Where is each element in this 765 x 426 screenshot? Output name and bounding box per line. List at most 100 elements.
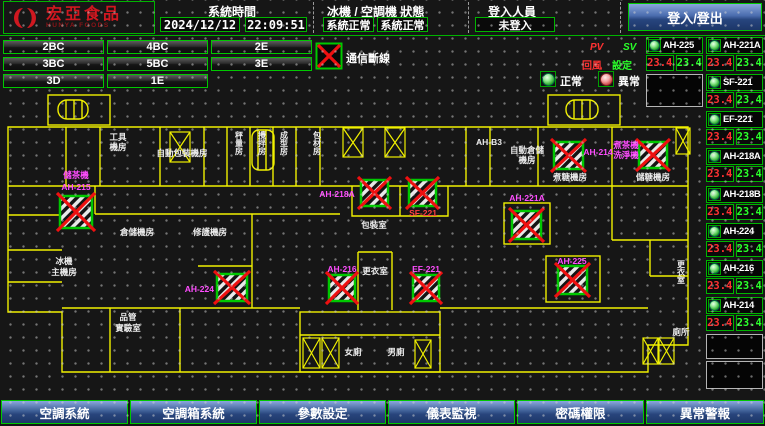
ahu-icon-tea-machine[interactable] xyxy=(636,139,670,171)
ahu-icon-ah-216[interactable] xyxy=(326,272,358,304)
unit-values: 23.4 23.4 xyxy=(706,204,763,220)
sv-value: 23.4 xyxy=(736,204,764,220)
ahu-icon-ah-221a[interactable] xyxy=(509,208,544,242)
ahu-icon-ah-218a[interactable] xyxy=(358,177,391,209)
unit-name: AH-225 xyxy=(663,40,694,51)
login-logout-button[interactable]: 登入/登出 xyxy=(628,3,762,31)
unit-ah-216[interactable]: AH-216 xyxy=(706,260,763,277)
room-label-autopack: 自動包裝機房 xyxy=(156,148,207,158)
header-separator xyxy=(313,2,314,33)
floor-button-2bc[interactable]: 2BC xyxy=(3,40,104,54)
pv-name-header: 回風 xyxy=(582,57,602,72)
ahu-icon-ah-224[interactable] xyxy=(214,271,250,304)
room-label-tool: 機房 xyxy=(109,142,126,152)
pv-value: 23.4 xyxy=(706,92,734,108)
logo-mark-icon xyxy=(10,4,40,32)
floor-button-3bc[interactable]: 3BC xyxy=(3,57,104,71)
floor-button-1e[interactable]: 1E xyxy=(107,74,208,88)
pv-value: 23.4 xyxy=(706,129,734,145)
normal-label: 正常 xyxy=(560,73,582,89)
room-label-toilet-men: 男廁 xyxy=(387,347,405,357)
unit-label-ah-224: AH-224 xyxy=(185,284,215,294)
room-label-v4: 包材房 xyxy=(313,130,322,156)
pv-value: 23.4 xyxy=(646,55,674,71)
pv-value: 23.4 xyxy=(706,55,734,71)
sv-value: 23.4 xyxy=(736,166,764,182)
unit-values: 23.4 23.4 xyxy=(706,278,763,294)
unit-label-a1: 儲茶機 xyxy=(62,170,89,180)
floor-button-3d[interactable]: 3D xyxy=(3,74,104,88)
unit-values: 23.4 23.4 xyxy=(706,315,763,331)
room-label-dressing: 更衣室 xyxy=(362,266,388,276)
ahu-icon-ah-214[interactable] xyxy=(551,139,586,172)
nav-ac-system-button[interactable]: 空調系統 xyxy=(1,400,128,424)
unit-ah-225[interactable]: AH-225 xyxy=(646,37,703,54)
ahu-icon-ah-225[interactable] xyxy=(555,263,590,297)
nav-password-authority-button[interactable]: 密碼權限 xyxy=(517,400,644,424)
unit-values: 23.4 23.4 xyxy=(706,241,763,257)
unit-values: 23.4 23.4 xyxy=(706,92,763,108)
unit-ah-218a[interactable]: AH-218A xyxy=(706,148,763,165)
unit-ef-221[interactable]: EF-221 xyxy=(706,111,763,128)
sv-value: 23.4 xyxy=(736,55,764,71)
room-label-tool: 工具 xyxy=(109,132,127,142)
room-label-repair: 修護機房 xyxy=(192,227,227,237)
unit-label-ef-221: EF-221 xyxy=(412,264,440,274)
unit-sf-221[interactable]: SF-221 xyxy=(706,74,763,91)
room-label-qa: 品管 xyxy=(119,312,137,322)
status-lamp-icon xyxy=(708,76,721,89)
abnormal-lamp-icon xyxy=(598,71,614,87)
nav-alarm-button[interactable]: 異常警報 xyxy=(646,400,764,424)
status-lamp-icon xyxy=(708,225,721,238)
unit-name: AH-221A xyxy=(723,40,761,51)
ahu-status-value: 系統正常 xyxy=(377,17,428,32)
sv-value: 23.4 xyxy=(676,55,704,71)
room-label-store-sugar: 儲糖機房 xyxy=(635,172,670,182)
ahu-icon-ah-215[interactable] xyxy=(57,193,95,231)
unit-ah-224[interactable]: AH-224 xyxy=(706,223,763,240)
status-lamp-icon xyxy=(648,39,661,52)
ahu-icon-ef-221[interactable] xyxy=(410,272,442,304)
floor-button-5bc[interactable]: 5BC xyxy=(107,57,208,71)
floor-button-4bc[interactable]: 4BC xyxy=(107,40,208,54)
unit-values: 23.4 23.4 xyxy=(706,129,763,145)
sv-name-header: 設定 xyxy=(612,57,632,72)
room-label-toilet-women: 女廁 xyxy=(344,347,362,357)
status-lamp-icon xyxy=(708,299,721,312)
nav-meter-monitor-button[interactable]: 儀表監視 xyxy=(388,400,515,424)
room-label-chiller: 冰機 xyxy=(55,256,73,266)
pv-value: 23.4 xyxy=(706,315,734,331)
comm-fail-label: 通信斷線 xyxy=(346,50,390,66)
unit-label-ah-218a: AH-218A xyxy=(319,189,354,199)
empty-slot xyxy=(706,334,763,359)
status-lamp-icon xyxy=(708,150,721,163)
unit-ah-214[interactable]: AH-214 xyxy=(706,297,763,314)
comm-fail-icon xyxy=(315,42,343,70)
unit-label-sf-221: SF-221 xyxy=(409,208,437,218)
room-label-v1: 秤量房 xyxy=(235,130,244,156)
unit-values: 23.4 23.4 xyxy=(706,55,763,71)
status-lamp-icon xyxy=(708,113,721,126)
system-date-value: 2024/12/12 xyxy=(160,17,240,32)
room-label-v3: 成型房 xyxy=(280,130,289,156)
unit-label-ah-215: AH-215 xyxy=(61,182,91,192)
nav-ahu-system-button[interactable]: 空調箱系統 xyxy=(130,400,257,424)
unit-ah-218b[interactable]: AH-218B xyxy=(706,186,763,203)
floor-button-3e[interactable]: 3E xyxy=(211,57,312,71)
floor-button-2e[interactable]: 2E xyxy=(211,40,312,54)
unit-name: EF-221 xyxy=(723,114,752,125)
unit-ah-221a[interactable]: AH-221A xyxy=(706,37,763,54)
room-label-autostore: 自動倉儲 xyxy=(510,145,545,155)
nav-parameter-setting-button[interactable]: 參數設定 xyxy=(259,400,386,424)
floor-plan-map: 工具 機房 自動包裝機房 秤量房 攪拌房 成型房 包材房 AH-B3 自動倉儲 … xyxy=(0,88,700,398)
status-lamp-icon xyxy=(708,262,721,275)
ahu-icon-sf-221[interactable] xyxy=(406,177,439,209)
unit-name: AH-224 xyxy=(723,226,754,237)
logo-subtext: HUNYA FOODS xyxy=(46,22,122,29)
sv-value: 23.4 xyxy=(736,92,764,108)
company-logo: 宏亞食品 HUNYA FOODS xyxy=(3,1,155,34)
unit-name: AH-218B xyxy=(723,189,761,200)
room-label-v2: 攪拌房 xyxy=(258,130,267,156)
logo-text: 宏亞食品 xyxy=(46,7,122,22)
empty-slot xyxy=(706,361,763,389)
